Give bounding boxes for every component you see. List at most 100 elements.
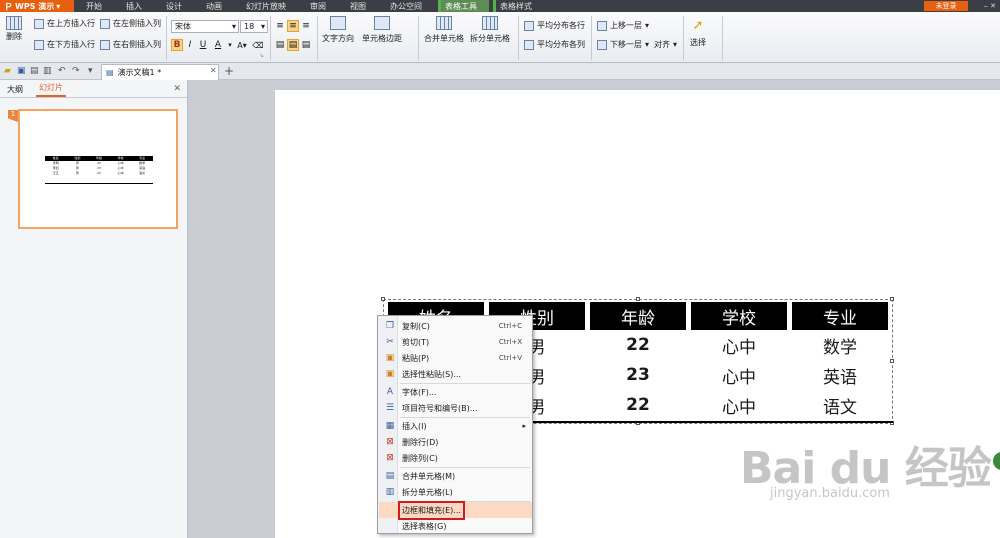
menu-review[interactable]: 审阅 [298, 0, 338, 12]
table-cell[interactable]: 心中 [691, 360, 787, 390]
menu-office-space[interactable]: 办公空间 [378, 0, 434, 12]
align-right-icon[interactable]: ≡ [300, 20, 312, 32]
menu-item-copy[interactable]: ❐ 复制(C) Ctrl+C [379, 318, 532, 334]
chevron-down-icon: ▾ [231, 22, 236, 31]
thumb-cell: 男 [75, 171, 79, 175]
table-header-cell[interactable]: 专业 [792, 302, 888, 330]
change-case-icon[interactable]: A▾ [236, 39, 248, 51]
menu-slideshow[interactable]: 幻灯片放映 [234, 0, 298, 12]
add-tab-icon[interactable]: + [224, 64, 234, 78]
document-tab[interactable]: ▤ 演示文稿1 * [101, 64, 219, 80]
menu-table-tools[interactable]: 表格工具 [438, 0, 489, 12]
menu-item-paste[interactable]: ▣ 粘贴(P) Ctrl+V [379, 350, 532, 366]
select-table-icon [385, 521, 395, 531]
menu-animation[interactable]: 动画 [194, 0, 234, 12]
text-direction-button[interactable]: 文字方向 [322, 16, 354, 44]
bring-forward-icon [597, 20, 607, 31]
chevron-down-icon[interactable]: ▾ [224, 39, 236, 51]
split-cells-button[interactable]: 拆分单元格 [470, 16, 510, 44]
menu-view[interactable]: 视图 [338, 0, 378, 12]
login-button[interactable]: 未登录 [924, 1, 968, 11]
close-icon[interactable]: ✕ [210, 66, 217, 75]
text-direction-icon [330, 16, 346, 30]
table-cell[interactable]: 23 [590, 360, 686, 390]
menu-item-insert[interactable]: ▦ 插入(I) ▸ [379, 418, 532, 434]
print-icon[interactable]: ▤ [30, 66, 40, 76]
distribute-cols-button[interactable]: 平均分布各列 [524, 39, 585, 50]
chevron-down-icon: ▾ [56, 1, 61, 11]
menu-item-split-cells[interactable]: ▥ 拆分单元格(L) [379, 484, 532, 500]
table-cell[interactable]: 心中 [691, 330, 787, 360]
italic-button[interactable]: I [184, 39, 196, 51]
underline-button[interactable]: U [197, 39, 209, 51]
app-name: WPS 演示 [15, 1, 55, 11]
menu-item-delete-column[interactable]: ⊠ 删除列(C) [379, 450, 532, 466]
tab-outline[interactable]: 大纲 [4, 82, 26, 97]
table-cell[interactable]: 22 [590, 390, 686, 420]
resize-handle[interactable] [890, 297, 894, 301]
menu-item-paste-special[interactable]: ▣ 选择性粘贴(S)... [379, 366, 532, 382]
menu-item-cut[interactable]: ✂ 剪切(T) Ctrl+X [379, 334, 532, 350]
app-menu-button[interactable]: Ｐ WPS 演示 ▾ [0, 0, 74, 13]
font-dialog-launcher-icon[interactable]: ↘ [259, 52, 264, 59]
table-cell[interactable]: 数学 [792, 330, 888, 360]
save-icon[interactable]: ▣ [17, 66, 27, 76]
insert-row-below-button[interactable]: 在下方插入行 [34, 39, 95, 50]
menu-table-style[interactable]: 表格样式 [493, 0, 544, 12]
align-left-icon[interactable]: ≡ [274, 20, 286, 32]
clear-format-icon[interactable]: ⌫ [252, 39, 264, 51]
ribbon-divider [722, 16, 723, 60]
redo-icon[interactable]: ↷ [72, 66, 82, 76]
table-cell[interactable]: 语文 [792, 390, 888, 420]
open-folder-icon[interactable]: ▰ [4, 66, 14, 76]
bring-forward-button[interactable]: 上移一层 ▾ [597, 20, 649, 31]
print-preview-icon[interactable]: ▥ [43, 66, 53, 76]
menu-design[interactable]: 设计 [154, 0, 194, 12]
menu-item-bullets[interactable]: ☰ 项目符号和编号(B)... [379, 400, 532, 416]
menu-home[interactable]: 开始 [74, 0, 114, 12]
close-icon[interactable]: ✕ [173, 84, 181, 94]
valign-bottom-icon[interactable]: ▤ [300, 39, 312, 51]
menu-item-delete-row[interactable]: ⊠ 删除行(D) [379, 434, 532, 450]
font-name-select[interactable]: 宋体 ▾ [171, 20, 239, 33]
undo-icon[interactable]: ↶ [58, 66, 68, 76]
cell-margin-button[interactable]: 单元格边距 [362, 16, 402, 44]
tab-slides[interactable]: 幻灯片 [36, 80, 66, 97]
merge-cells-button[interactable]: 合并单元格 [424, 16, 464, 44]
align-button[interactable]: 对齐 ▾ [654, 39, 677, 50]
resize-handle[interactable] [381, 297, 385, 301]
submenu-arrow-icon: ▸ [522, 422, 526, 430]
slide-thumbnail[interactable]: 姓名 性别 年龄 学校 专业 张明 男 22 心中 数学 李四 男 23 心中 … [18, 109, 178, 229]
select-button[interactable]: ➚ 选择 [690, 18, 706, 48]
customize-toolbar-icon[interactable]: ▾ [88, 66, 98, 76]
bold-button[interactable]: B [171, 39, 183, 51]
insert-row-above-button[interactable]: 在上方插入行 [34, 18, 95, 29]
table-header-cell[interactable]: 年龄 [590, 302, 686, 330]
menu-item-merge-cells[interactable]: ▤ 合并单元格(M) [379, 468, 532, 484]
align-center-icon[interactable]: ≡ [287, 20, 299, 32]
send-backward-button[interactable]: 下移一层 ▾ [597, 39, 649, 50]
valign-top-icon[interactable]: ▤ [274, 39, 286, 51]
menu-item-borders-fill[interactable]: 边框和填充(E)... [379, 500, 532, 520]
menu-item-font[interactable]: A 字体(F)... [379, 384, 532, 400]
resize-handle[interactable] [636, 297, 640, 301]
menu-item-select-table[interactable]: 选择表格(G) [379, 518, 532, 534]
valign-middle-icon[interactable]: ▤ [287, 39, 299, 51]
insert-col-right-button[interactable]: 在右侧插入列 [100, 39, 161, 50]
window-controls-icon[interactable]: ‒ ✕ [983, 2, 996, 10]
table-header-cell[interactable]: 学校 [691, 302, 787, 330]
font-color-button[interactable]: A [212, 39, 224, 51]
paste-icon: ▣ [385, 353, 395, 363]
table-cell[interactable]: 心中 [691, 390, 787, 420]
delete-row-icon: ⊠ [386, 437, 394, 447]
menu-insert[interactable]: 插入 [114, 0, 154, 12]
delete-button[interactable]: 删除 [6, 16, 22, 42]
table-cell[interactable]: 英语 [792, 360, 888, 390]
insert-col-left-button[interactable]: 在左侧插入列 [100, 18, 161, 29]
table-cell[interactable]: 22 [590, 330, 686, 360]
distribute-rows-button[interactable]: 平均分布各行 [524, 20, 585, 31]
thumb-cell: 心中 [117, 171, 124, 175]
font-size-select[interactable]: 18 ▾ [240, 20, 268, 33]
table-delete-icon [6, 16, 22, 30]
col-right-icon [100, 39, 110, 50]
